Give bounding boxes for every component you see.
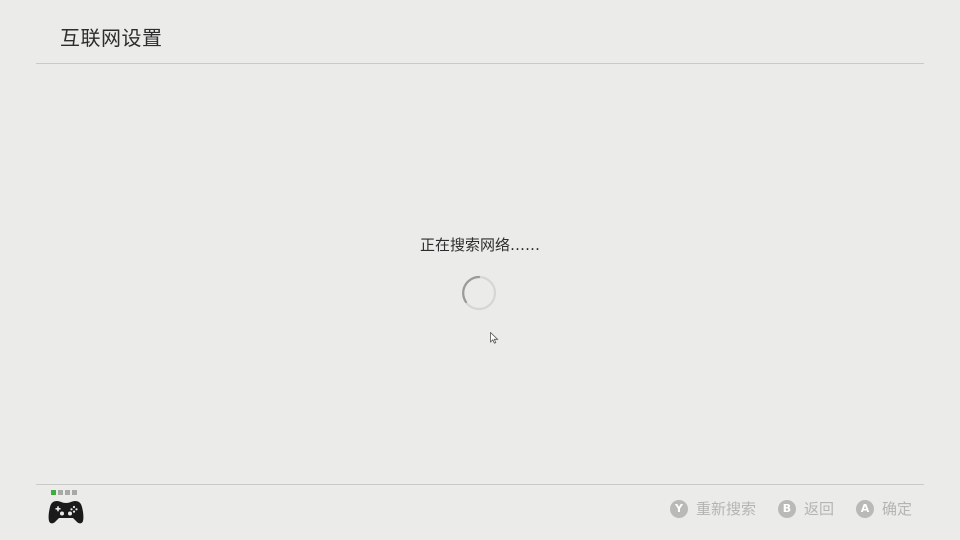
- loading-spinner-icon: [461, 275, 497, 311]
- internet-settings-screen: 互联网设置 正在搜索网络…… Y 重新搜索 B 返回 A 确定: [0, 0, 960, 540]
- player-slot-2: [58, 490, 63, 495]
- confirm-label: 确定: [881, 500, 912, 518]
- player-indicator: [51, 490, 77, 495]
- player-slot-1: [51, 490, 56, 495]
- mouse-pointer-icon: [490, 332, 499, 344]
- b-button-icon: B: [777, 500, 796, 518]
- back-action[interactable]: B 返回: [777, 498, 834, 520]
- status-area: 正在搜索网络……: [0, 234, 960, 256]
- searching-status-text: 正在搜索网络……: [419, 236, 540, 254]
- player-slot-3: [65, 490, 70, 495]
- gamepad-icon: [48, 501, 84, 524]
- footer-divider: [36, 484, 924, 485]
- page-title: 互联网设置: [60, 26, 163, 50]
- button-hints: Y 重新搜索 B 返回 A 确定: [669, 498, 912, 520]
- back-label: 返回: [803, 500, 834, 518]
- y-button-icon: Y: [669, 500, 688, 518]
- confirm-action[interactable]: A 确定: [855, 498, 912, 520]
- header-divider: [36, 63, 924, 64]
- a-button-icon: A: [855, 500, 874, 518]
- research-label: 重新搜索: [695, 500, 756, 518]
- player-status: [48, 490, 88, 530]
- research-action[interactable]: Y 重新搜索: [669, 498, 756, 520]
- player-slot-4: [72, 490, 77, 495]
